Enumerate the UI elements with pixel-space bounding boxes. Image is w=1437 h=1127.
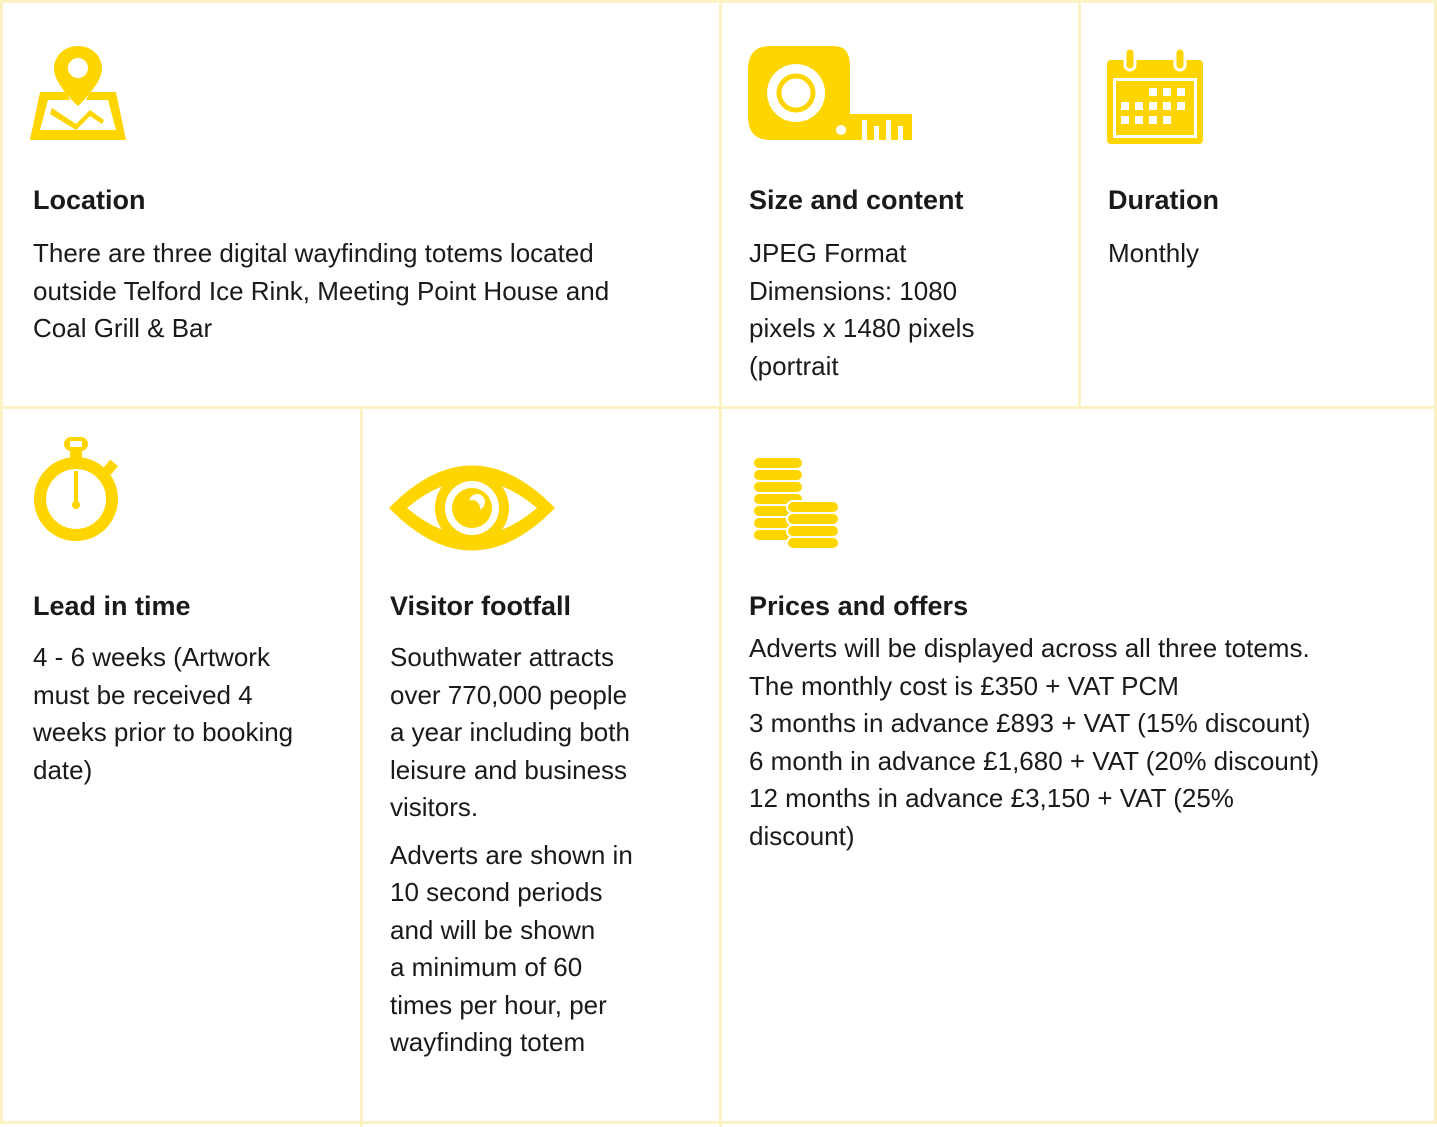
body-line: 4 - 6 weeks (Artwork — [33, 642, 270, 672]
stopwatch-icon — [33, 437, 118, 541]
body-line: visitors. — [390, 792, 479, 822]
card-body: There are three digital wayfinding totem… — [33, 235, 703, 348]
card-title: Duration — [1108, 185, 1219, 215]
tape-measure-icon — [748, 46, 912, 140]
card-title: Location — [33, 185, 146, 215]
body-line: discount) — [749, 820, 855, 851]
body-line: a minimum of 60 — [390, 952, 583, 982]
body-line: Coal Grill & Bar — [33, 313, 213, 343]
body-line: 6 month in advance £1,680 + VAT (20% dis… — [749, 745, 1320, 776]
body-line: leisure and business — [390, 754, 628, 785]
card-body: Monthly — [1108, 235, 1428, 273]
calendar-icon — [1107, 48, 1203, 144]
card-body: 4 - 6 weeks (Artwork must be received 4 … — [33, 639, 343, 789]
body-line: Dimensions: 1080 — [749, 275, 958, 306]
prices-card: Prices and offers Adverts will be displa… — [716, 403, 1437, 1124]
body-line: 10 second periods — [390, 877, 603, 907]
body-line: There are three digital wayfinding totem… — [33, 238, 594, 268]
map-pin-icon — [30, 46, 126, 140]
footfall-card: Visitor footfall Southwater attracts ove… — [357, 403, 716, 1124]
body-line: 3 months in advance £893 + VAT (15% disc… — [749, 708, 1311, 738]
coins-icon — [753, 456, 840, 550]
body-line: and will be shown — [390, 914, 596, 945]
body-line: Southwater attracts — [390, 642, 614, 672]
body-line: Monthly — [1108, 238, 1200, 268]
location-card: Location There are three digital wayfind… — [0, 0, 716, 403]
card-title: Visitor footfall — [390, 591, 572, 621]
card-body: Southwater attracts over 770,000 people … — [390, 639, 705, 1062]
card-body: Adverts will be displayed across all thr… — [749, 630, 1429, 855]
body-line: a year including both — [390, 717, 630, 747]
body-line: over 770,000 people — [390, 679, 628, 710]
duration-card: Duration Monthly — [1075, 0, 1437, 403]
body-line: must be received 4 — [33, 679, 253, 710]
body-line: (portrait — [749, 350, 839, 381]
body-line: date) — [33, 754, 93, 785]
body-line: Adverts are shown in — [390, 839, 633, 870]
eye-icon — [389, 465, 555, 551]
size-card: Size and content JPEG Format Dimensions:… — [716, 0, 1075, 403]
body-line: times per hour, per — [390, 989, 607, 1020]
card-title: Size and content — [749, 185, 964, 215]
card-title: Lead in time — [33, 591, 191, 621]
body-line: The monthly cost is £350 + VAT PCM — [749, 670, 1179, 701]
body-line: JPEG Format — [749, 238, 907, 268]
card-title: Prices and offers — [749, 591, 969, 621]
card-body: JPEG Format Dimensions: 1080 pixels x 14… — [749, 235, 1069, 385]
body-line: outside Telford Ice Rink, Meeting Point … — [33, 275, 610, 306]
body-line: weeks prior to booking — [33, 717, 294, 747]
body-line: pixels x 1480 pixels — [749, 313, 975, 343]
body-line: wayfinding totem — [390, 1027, 586, 1057]
lead-time-card: Lead in time 4 - 6 weeks (Artwork must b… — [0, 403, 357, 1124]
body-line: Adverts will be displayed across all thr… — [749, 633, 1310, 663]
body-line: 12 months in advance £3,150 + VAT (25% — [749, 783, 1234, 813]
